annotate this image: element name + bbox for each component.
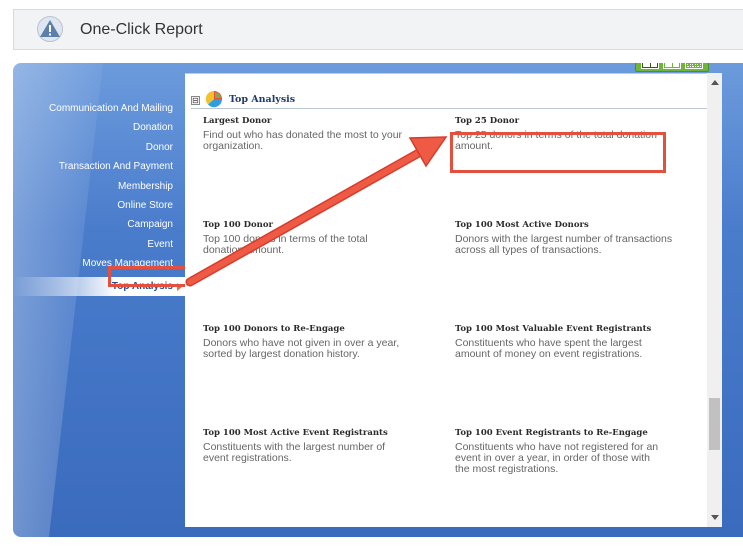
report-title[interactable]: Top 100 Most Active Event Registrants bbox=[203, 428, 413, 438]
section-header: ⊟ Top Analysis bbox=[191, 90, 707, 109]
report-title[interactable]: Top 100 Donors to Re-Engage bbox=[203, 324, 428, 334]
report-donors-re-engage[interactable]: Top 100 Donors to Re-Engage Donors who h… bbox=[203, 324, 428, 360]
report-valuable-event-registrants[interactable]: Top 100 Most Valuable Event Registrants … bbox=[455, 324, 655, 360]
report-top-100-active-donors[interactable]: Top 100 Most Active Donors Donors with t… bbox=[455, 220, 695, 256]
report-top-25-donor[interactable]: Top 25 Donor Top 25 donors in terms of t… bbox=[455, 116, 670, 152]
divider bbox=[185, 73, 707, 74]
report-top-100-donor[interactable]: Top 100 Donor Top 100 donors in terms of… bbox=[203, 220, 403, 256]
report-title[interactable]: Largest Donor bbox=[203, 116, 443, 126]
view-toggle bbox=[635, 63, 709, 72]
card-view-icon[interactable] bbox=[663, 63, 681, 69]
report-description: Find out who has donated the most to you… bbox=[203, 129, 403, 152]
nav-item-transaction[interactable]: Transaction And Payment bbox=[13, 157, 185, 176]
list-view-icon[interactable] bbox=[641, 63, 659, 69]
nav-item-top-analysis[interactable]: Top Analysis bbox=[13, 276, 185, 296]
report-title[interactable]: Top 100 Donor bbox=[203, 220, 403, 230]
report-description: Constituents who have not registered for… bbox=[455, 441, 659, 475]
report-description: Constituents with the largest number of … bbox=[203, 441, 386, 464]
collapse-toggle-icon[interactable]: ⊟ bbox=[191, 96, 200, 105]
warning-triangle-icon bbox=[37, 16, 63, 42]
nav-item-communication[interactable]: Communication And Mailing bbox=[13, 99, 185, 118]
nav-item-campaign[interactable]: Campaign bbox=[13, 215, 185, 234]
report-title[interactable]: Top 100 Most Valuable Event Registrants bbox=[455, 324, 655, 334]
scroll-up-icon[interactable] bbox=[711, 80, 719, 85]
grid-view-icon[interactable] bbox=[685, 63, 703, 69]
nav-item-moves-management[interactable]: Moves Management bbox=[13, 254, 185, 273]
report-description: Donors who have not given in over a year… bbox=[203, 337, 400, 360]
page-header: One-Click Report bbox=[13, 9, 743, 50]
nav-item-donation[interactable]: Donation bbox=[13, 118, 185, 137]
pie-chart-icon bbox=[205, 90, 223, 108]
report-title[interactable]: Top 100 Most Active Donors bbox=[455, 220, 695, 230]
section-title: Top Analysis bbox=[229, 94, 296, 105]
report-description: Top 100 donors in terms of the total don… bbox=[203, 233, 368, 256]
report-description: Donors with the largest number of transa… bbox=[455, 233, 673, 256]
report-largest-donor[interactable]: Largest Donor Find out who has donated t… bbox=[203, 116, 443, 152]
report-title[interactable]: Top 100 Event Registrants to Re-Engage bbox=[455, 428, 665, 438]
report-title[interactable]: Top 25 Donor bbox=[455, 116, 670, 126]
scroll-thumb[interactable] bbox=[709, 398, 720, 450]
report-description: Constituents who have spent the largest … bbox=[455, 337, 643, 360]
vertical-scrollbar[interactable] bbox=[707, 73, 722, 527]
nav-item-donor[interactable]: Donor bbox=[13, 138, 185, 157]
nav-item-event[interactable]: Event bbox=[13, 235, 185, 254]
report-frame: Communication And Mailing Donation Donor… bbox=[13, 63, 743, 537]
report-description: Top 25 donors in terms of the total dona… bbox=[455, 129, 657, 152]
nav-item-membership[interactable]: Membership bbox=[13, 177, 185, 196]
report-list-pane: ⊟ Top Analysis Largest Donor Find out wh… bbox=[185, 73, 707, 527]
page-title: One-Click Report bbox=[80, 21, 203, 38]
report-event-registrants-re-engage[interactable]: Top 100 Event Registrants to Re-Engage C… bbox=[455, 428, 665, 475]
report-active-event-registrants[interactable]: Top 100 Most Active Event Registrants Co… bbox=[203, 428, 413, 464]
nav-item-online-store[interactable]: Online Store bbox=[13, 196, 185, 215]
category-nav: Communication And Mailing Donation Donor… bbox=[13, 99, 185, 296]
scroll-down-icon[interactable] bbox=[711, 515, 719, 520]
